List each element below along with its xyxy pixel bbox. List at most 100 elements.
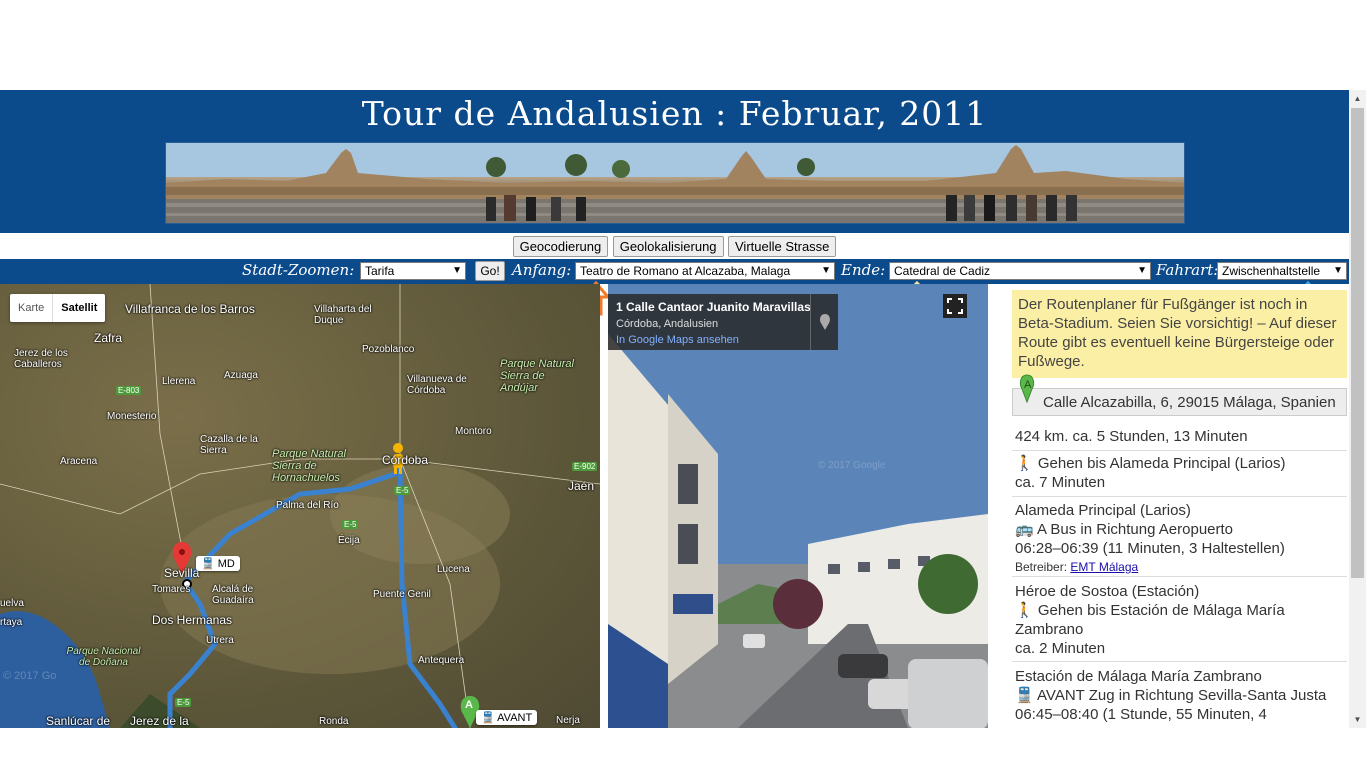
divider xyxy=(1012,496,1347,497)
map-pin-icon[interactable] xyxy=(810,294,838,350)
directions-panel: Der Routenplaner für Fußgänger ist noch … xyxy=(1010,284,1349,728)
map-view[interactable]: Karte Satellit Villafranca de los Barros… xyxy=(0,284,600,728)
walk-step[interactable]: Héroe de Sostoa (Estación) 🚶 Gehen bis E… xyxy=(1015,582,1347,658)
place-label: Cazalla de la Sierra xyxy=(200,434,258,456)
place-label: Villanueva de Córdoba xyxy=(407,374,467,396)
place-label: Puente Genil xyxy=(373,589,431,600)
map-type-map-button[interactable]: Karte xyxy=(10,294,52,322)
place-label: Villaharta del Duque xyxy=(314,304,372,326)
transit-step-train[interactable]: Estación de Málaga María Zambrano 🚆 AVAN… xyxy=(1015,667,1347,724)
scrollbar-thumb[interactable] xyxy=(1351,108,1364,578)
place-label: Dos Hermanas xyxy=(152,613,233,627)
start-address: Calle Alcazabilla, 6, 29015 Málaga, Span… xyxy=(1043,394,1336,411)
place-label: Villafranca de los Barros xyxy=(125,302,255,316)
site-header: Tour de Andalusien : Februar, 2011 xyxy=(0,90,1349,233)
place-label: Tomares xyxy=(152,584,191,595)
end-label: Ende: xyxy=(841,261,886,279)
street-view-watermark: © 2017 Google xyxy=(818,460,886,471)
park-label: Parque Natural Sierra de Andújar xyxy=(500,358,574,394)
place-label: Azuaga xyxy=(224,370,258,381)
transit-label-avant[interactable]: 🚆 AVANT xyxy=(476,710,538,725)
street-view-address: 1 Calle Cantaor Juanito Maravillas xyxy=(616,300,811,314)
train-icon: 🚆 xyxy=(481,712,495,724)
fullscreen-icon[interactable] xyxy=(943,294,967,318)
marker-a-label: A xyxy=(1024,379,1032,391)
place-label: Córdoba xyxy=(382,453,429,467)
walking-icon: 🚶 xyxy=(1015,455,1034,472)
road-badge: E-803 xyxy=(116,386,142,395)
page-scrollbar[interactable]: ▲ ▼ xyxy=(1349,90,1366,728)
divider xyxy=(1012,576,1347,577)
map-watermark: © 2017 Go xyxy=(3,670,57,682)
virtual-street-button[interactable]: Virtuelle Strasse xyxy=(728,236,837,257)
park-label: Parque Nacional de Doñana xyxy=(66,646,141,668)
chevron-down-icon: ▼ xyxy=(821,265,831,276)
banner-panorama-image xyxy=(165,142,1185,224)
panorama-illustration xyxy=(166,143,1184,223)
city-zoom-value: Tarifa xyxy=(365,264,395,278)
route-summary: 424 km. ca. 5 Stunden, 13 Minuten xyxy=(1015,428,1248,445)
transit-step-bus[interactable]: Alameda Principal (Larios) 🚌 A Bus in Ri… xyxy=(1015,501,1347,577)
road-badge: E-5 xyxy=(342,520,359,529)
place-label: rtaya xyxy=(0,617,23,628)
bus-icon: 🚌 xyxy=(1015,521,1034,538)
place-label: Sevilla xyxy=(164,566,200,580)
place-label: Aracena xyxy=(60,456,98,467)
place-label: Jerez de la xyxy=(130,714,189,728)
place-label: Antequera xyxy=(418,655,465,666)
map-type-control[interactable]: Karte Satellit xyxy=(10,294,106,322)
route-start-row[interactable]: A Calle Alcazabilla, 6, 29015 Málaga, Sp… xyxy=(1012,374,1347,416)
place-label: Palma del Río xyxy=(276,500,339,511)
operator-link[interactable]: EMT Málaga xyxy=(1070,560,1138,574)
travel-mode-select[interactable]: Zwischenhaltstelle ▼ xyxy=(1217,262,1347,280)
geocode-button[interactable]: Geocodierung xyxy=(512,236,609,257)
place-label: Utrera xyxy=(206,635,234,646)
scroll-down-arrow-icon[interactable]: ▼ xyxy=(1349,711,1366,728)
place-label: Montoro xyxy=(455,426,492,437)
travel-mode-label: Fahrart: xyxy=(1156,261,1219,279)
place-label: Jaén xyxy=(568,479,595,493)
city-zoom-label: Stadt-Zoomen: xyxy=(242,261,355,279)
map-type-satellite-button[interactable]: Satellit xyxy=(52,294,105,322)
place-label: Jerez de los Caballeros xyxy=(14,348,68,370)
place-label: Zafra xyxy=(94,331,123,345)
place-label: Monesterio xyxy=(107,411,157,422)
end-value: Catedral de Cadiz xyxy=(894,264,991,278)
chevron-down-icon: ▼ xyxy=(1333,265,1343,276)
road-badge: E-5 xyxy=(394,486,411,495)
go-button[interactable]: Go! xyxy=(475,261,505,281)
walking-beta-warning: Der Routenplaner für Fußgänger ist noch … xyxy=(1012,290,1347,378)
walking-icon: 🚶 xyxy=(1015,602,1034,619)
street-view-info-card: 1 Calle Cantaor Juanito Maravillas Córdo… xyxy=(608,294,838,350)
page: ▲ ▼ Tour de Andalusien : Februar, 2011 G… xyxy=(0,0,1366,768)
park-label: Parque Natural Sierra de Hornachuelos xyxy=(272,448,346,484)
street-view-scene xyxy=(608,284,988,728)
scroll-up-arrow-icon[interactable]: ▲ xyxy=(1349,90,1366,107)
chevron-down-icon: ▼ xyxy=(452,265,462,276)
start-select[interactable]: Teatro de Romano at Alcazaba, Malaga ▼ xyxy=(575,262,835,280)
end-select[interactable]: Catedral de Cadiz ▼ xyxy=(889,262,1151,280)
place-label: Llerena xyxy=(162,376,196,387)
city-zoom-select[interactable]: Tarifa ▼ xyxy=(360,262,466,280)
street-view[interactable]: 1 Calle Cantaor Juanito Maravillas Córdo… xyxy=(608,284,988,728)
chevron-down-icon: ▼ xyxy=(1137,265,1147,276)
place-label: Alcalá de Guadaíra xyxy=(212,584,254,606)
road-badge: E-5 xyxy=(175,698,192,707)
place-label: uelva xyxy=(0,598,24,609)
transit-label-md[interactable]: 🚆 MD xyxy=(196,556,240,571)
geolocate-button[interactable]: Geolokalisierung xyxy=(612,236,724,257)
road-badge: E-902 xyxy=(572,462,598,471)
place-label: Pozoblanco xyxy=(362,344,415,355)
page-title: Tour de Andalusien : Februar, 2011 xyxy=(361,94,988,133)
place-label: Sanlúcar de xyxy=(46,714,111,728)
toolbar: Geocodierung Geolokalisierung Virtuelle … xyxy=(0,234,1349,259)
start-label: Anfang: xyxy=(512,261,572,279)
place-label: Ronda xyxy=(319,716,349,727)
open-in-google-maps-link[interactable]: In Google Maps ansehen xyxy=(616,334,739,346)
place-label: Lucena xyxy=(437,564,470,575)
place-label: Écija xyxy=(338,535,360,546)
street-view-city: Córdoba, Andalusien xyxy=(616,318,719,330)
walk-step[interactable]: 🚶 Gehen bis Alameda Principal (Larios) c… xyxy=(1015,454,1347,492)
divider xyxy=(1012,450,1347,451)
route-marker-a[interactable]: A xyxy=(465,699,473,711)
